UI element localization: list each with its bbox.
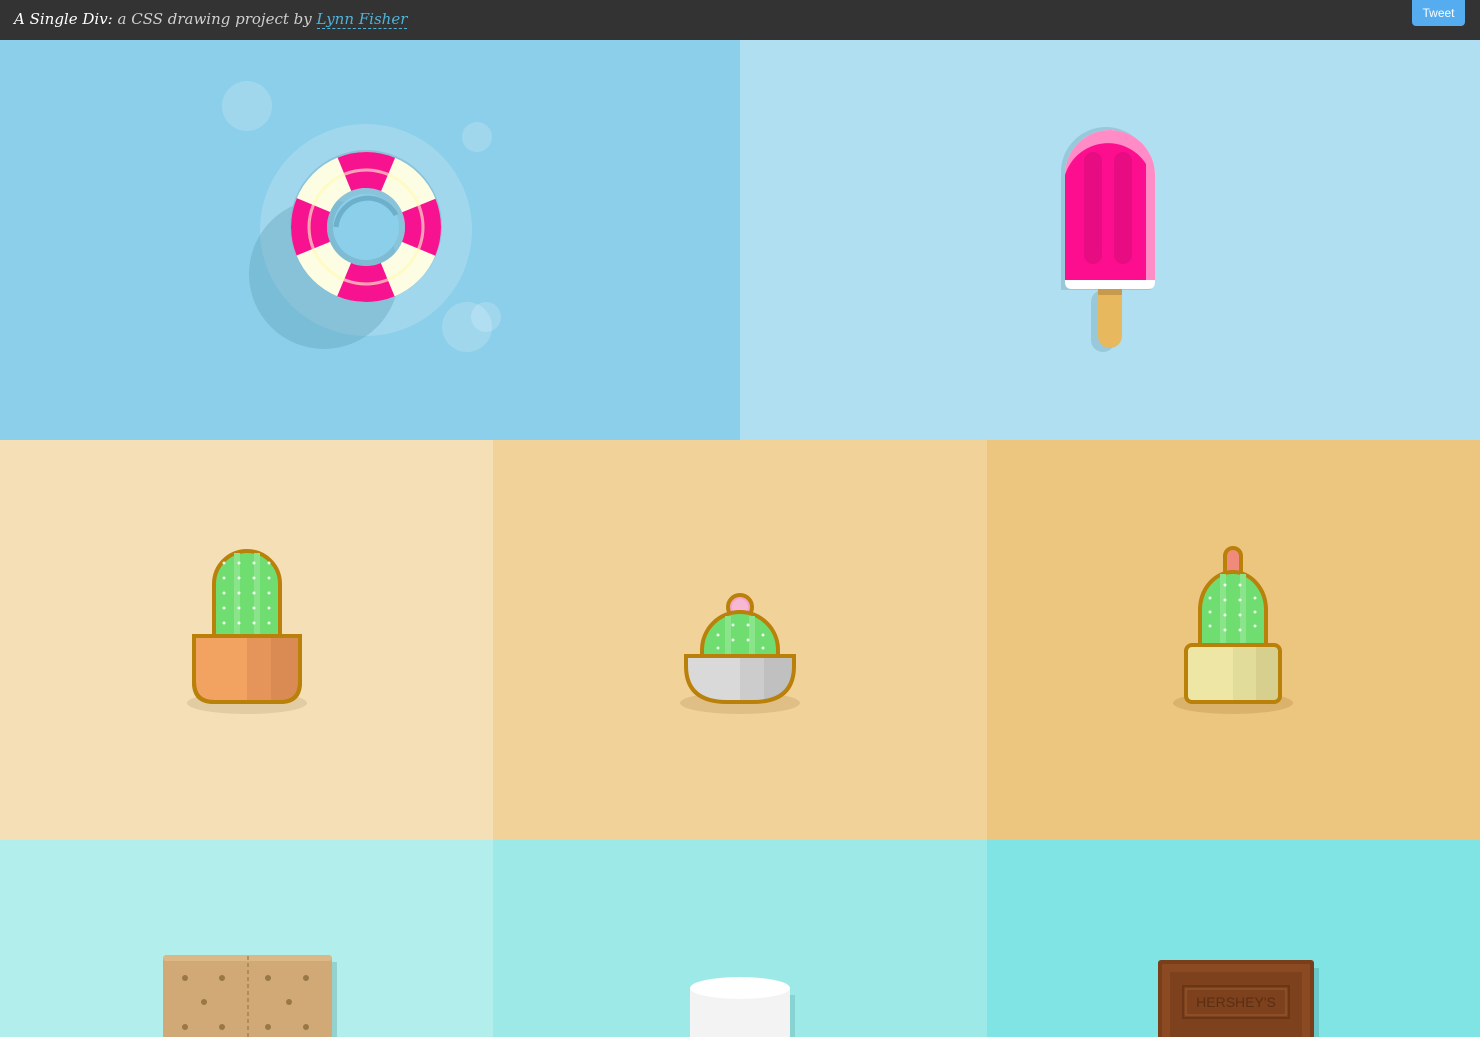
lifesaver-drawing xyxy=(0,40,740,440)
cactus-orange-pot-drawing xyxy=(0,440,493,840)
top-bar: A Single Div: a CSS drawing project by L… xyxy=(0,0,1480,40)
tile-cactus-gray-bowl[interactable] xyxy=(493,440,987,840)
tile-cactus-orange-pot[interactable] xyxy=(0,440,493,840)
graham-cracker-drawing xyxy=(0,840,493,1037)
popsicle-drawing xyxy=(740,40,1480,440)
chocolate-bar-drawing: HERSHEY'S xyxy=(987,840,1480,1037)
site-title: A Single Div: xyxy=(14,10,113,28)
tile-cactus-yellow-pot[interactable] xyxy=(987,440,1480,840)
tile-popsicle[interactable] xyxy=(740,40,1480,440)
cactus-yellow-pot-drawing xyxy=(987,440,1480,840)
site-brand: A Single Div: a CSS drawing project by L… xyxy=(14,10,408,29)
chocolate-bar-label: HERSHEY'S xyxy=(1196,994,1276,1010)
cactus-gray-bowl-drawing xyxy=(493,440,987,840)
tile-lifesaver[interactable] xyxy=(0,40,740,440)
tile-graham-cracker[interactable] xyxy=(0,840,493,1037)
site-tagline: a CSS drawing project by xyxy=(112,10,317,28)
author-link[interactable]: Lynn Fisher xyxy=(316,10,408,29)
tweet-button[interactable]: Tweet xyxy=(1412,0,1465,26)
marshmallow-drawing xyxy=(493,840,987,1037)
tile-marshmallow[interactable] xyxy=(493,840,987,1037)
tile-chocolate-bar[interactable]: HERSHEY'S xyxy=(987,840,1480,1037)
